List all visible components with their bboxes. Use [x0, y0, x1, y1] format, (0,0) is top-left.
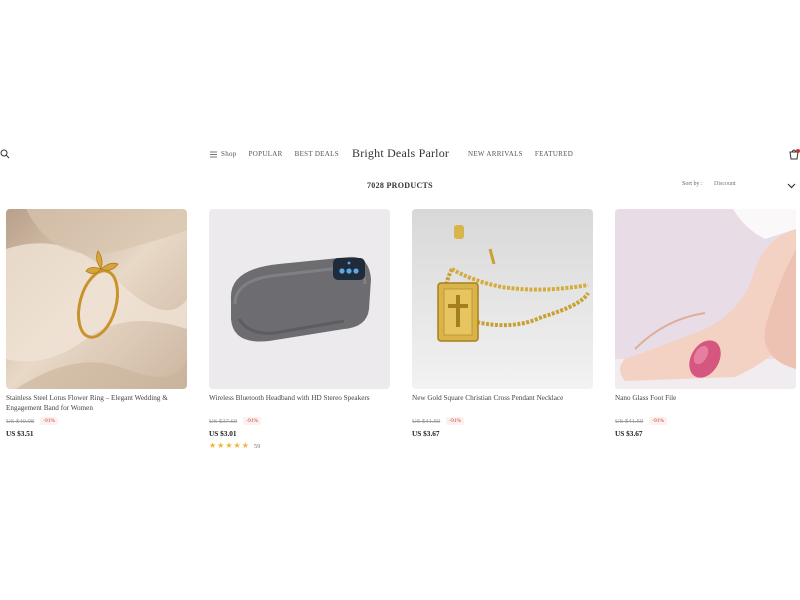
- nav-featured[interactable]: FEATURED: [535, 150, 573, 158]
- listing-toolbar: 7028 PRODUCTS Sort by : Discount: [0, 180, 800, 194]
- price-row: US $37.60 -91%: [209, 417, 390, 425]
- product-count: 7028 PRODUCTS: [367, 181, 433, 190]
- star-icon: ★: [225, 441, 233, 450]
- star-rating: ★ ★ ★ ★ ★ 59: [209, 442, 390, 450]
- search-icon[interactable]: [0, 149, 10, 159]
- chevron-down-icon[interactable]: [787, 182, 796, 189]
- price-row: US $41.50 -91%: [615, 417, 796, 425]
- product-title[interactable]: Nano Glass Foot File: [615, 394, 796, 413]
- product-grid: Stainless Steel Lotus Flower Ring – Eleg…: [6, 209, 796, 450]
- product-image-ring[interactable]: [6, 209, 187, 389]
- price-row: US $41.50 -91%: [412, 417, 593, 425]
- star-icon: ★: [209, 441, 217, 450]
- old-price: US $41.50: [615, 417, 644, 425]
- sort-select[interactable]: Discount: [714, 181, 736, 187]
- sort-label: Sort by :: [682, 181, 703, 187]
- product-title[interactable]: Wireless Bluetooth Headband with HD Ster…: [209, 394, 390, 413]
- star-icon: ★: [241, 441, 249, 450]
- cart-icon[interactable]: [788, 148, 800, 160]
- discount-badge: -91%: [243, 417, 262, 425]
- menu-icon: [210, 151, 217, 157]
- current-price: US $3.01: [209, 429, 237, 438]
- rating-count: 59: [253, 442, 261, 450]
- site-header: Shop POPULAR BEST DEALS Bright Deals Par…: [0, 144, 800, 166]
- product-card[interactable]: New Gold Square Christian Cross Pendant …: [412, 209, 593, 450]
- current-price: US $3.67: [615, 429, 643, 438]
- price-row: US $40.98 -91%: [6, 417, 187, 425]
- star-icon: ★: [217, 441, 225, 450]
- site-logo[interactable]: Bright Deals Parlor: [352, 146, 449, 161]
- old-price: US $41.50: [412, 417, 441, 425]
- nav-new-arrivals[interactable]: NEW ARRIVALS: [468, 150, 523, 158]
- product-image-headband[interactable]: [209, 209, 390, 389]
- product-card[interactable]: Nano Glass Foot File US $41.50 -91% US $…: [615, 209, 796, 450]
- discount-badge: -91%: [446, 417, 465, 425]
- current-price: US $3.67: [412, 429, 440, 438]
- discount-badge: -91%: [649, 417, 668, 425]
- product-card[interactable]: Wireless Bluetooth Headband with HD Ster…: [209, 209, 390, 450]
- product-image-necklace[interactable]: [412, 209, 593, 389]
- product-title[interactable]: New Gold Square Christian Cross Pendant …: [412, 394, 593, 413]
- nav-right: NEW ARRIVALS FEATURED: [468, 150, 573, 158]
- nav-best-deals[interactable]: BEST DEALS: [295, 150, 339, 158]
- product-card[interactable]: Stainless Steel Lotus Flower Ring – Eleg…: [6, 209, 187, 450]
- old-price: US $40.98: [6, 417, 35, 425]
- nav-shop[interactable]: Shop: [210, 150, 237, 158]
- nav-shop-label: Shop: [221, 150, 237, 158]
- product-image-foot-file[interactable]: [615, 209, 796, 389]
- nav-left: Shop POPULAR BEST DEALS: [210, 150, 339, 158]
- nav-popular[interactable]: POPULAR: [249, 150, 283, 158]
- discount-badge: -91%: [40, 417, 59, 425]
- current-price: US $3.51: [6, 429, 34, 438]
- product-title[interactable]: Stainless Steel Lotus Flower Ring – Eleg…: [6, 394, 187, 413]
- old-price: US $37.60: [209, 417, 238, 425]
- star-icon: ★: [233, 441, 241, 450]
